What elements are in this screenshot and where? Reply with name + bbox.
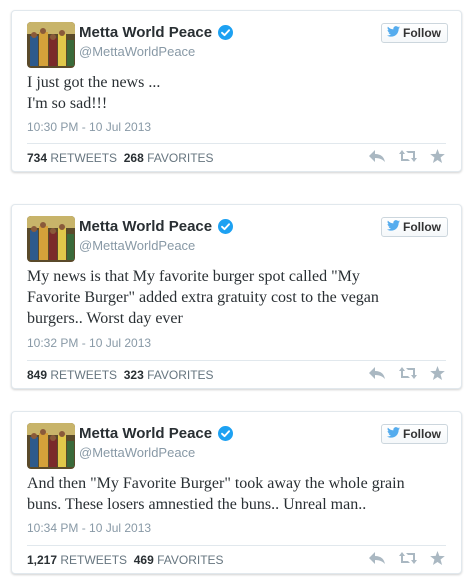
twitter-bird-icon <box>387 220 400 234</box>
tweet-card: Metta World Peace @MettaWorldPeace Follo… <box>11 204 462 389</box>
author-handle[interactable]: @MettaWorldPeace <box>79 445 195 460</box>
avatar[interactable] <box>27 22 75 68</box>
avatar[interactable] <box>27 423 75 469</box>
tweet-actions <box>368 366 445 380</box>
twitter-bird-icon <box>387 427 400 441</box>
tweet-timestamp[interactable]: 10:30 PM - 10 Jul 2013 <box>27 120 151 134</box>
follow-button[interactable]: Follow <box>381 23 448 43</box>
favorite-count[interactable]: 268 <box>124 151 144 165</box>
verified-badge-icon <box>218 426 234 441</box>
tweet-text: My news is that My favorite burger spot … <box>27 266 447 329</box>
retweet-icon[interactable] <box>398 366 418 380</box>
retweet-count[interactable]: 849 <box>27 368 47 382</box>
star-icon[interactable] <box>430 551 445 565</box>
twitter-bird-icon <box>387 26 400 40</box>
follow-button[interactable]: Follow <box>381 424 448 444</box>
verified-badge-icon <box>218 219 234 234</box>
tweet-text-line: I'm so sad!!! <box>27 95 108 112</box>
avatar[interactable] <box>27 216 75 262</box>
star-icon[interactable] <box>430 149 445 163</box>
tweet-card: Metta World Peace @MettaWorldPeace Follo… <box>11 10 462 172</box>
author-name[interactable]: Metta World Peace <box>79 24 234 41</box>
retweet-icon[interactable] <box>398 551 418 565</box>
tweet-text-line: And then "My Favorite Burger" took away … <box>27 475 405 492</box>
favorite-count[interactable]: 323 <box>124 368 144 382</box>
retweets-label: RETWEETS <box>50 151 118 165</box>
author-handle[interactable]: @MettaWorldPeace <box>79 44 195 59</box>
reply-icon[interactable] <box>368 149 386 163</box>
divider <box>27 143 446 144</box>
favorites-label: FAVORITES <box>157 553 224 567</box>
tweet-text-line: buns. These losers amnestied the buns.. … <box>27 496 367 513</box>
retweets-label: RETWEETS <box>60 553 128 567</box>
reply-icon[interactable] <box>368 366 386 380</box>
retweet-count[interactable]: 1,217 <box>27 553 57 567</box>
tweet-text-line: Favorite Burger" added extra gratuity co… <box>27 289 379 306</box>
tweet-actions <box>368 149 445 163</box>
retweet-count[interactable]: 734 <box>27 151 47 165</box>
favorites-label: FAVORITES <box>147 151 214 165</box>
author-name[interactable]: Metta World Peace <box>79 218 234 235</box>
tweet-text: And then "My Favorite Burger" took away … <box>27 473 447 515</box>
tweet-stats: 849 RETWEETS 323 FAVORITES <box>27 368 214 382</box>
tweet-timestamp[interactable]: 10:34 PM - 10 Jul 2013 <box>27 521 151 535</box>
tweet-timestamp[interactable]: 10:32 PM - 10 Jul 2013 <box>27 336 151 350</box>
favorites-label: FAVORITES <box>147 368 214 382</box>
reply-icon[interactable] <box>368 551 386 565</box>
verified-badge-icon <box>218 25 234 40</box>
tweet-text-line: My news is that My favorite burger spot … <box>27 268 360 285</box>
tweet-text-line: I just got the news ... <box>27 74 161 91</box>
tweet-actions <box>368 551 445 565</box>
tweet-text-line: burgers.. Worst day ever <box>27 310 183 327</box>
star-icon[interactable] <box>430 366 445 380</box>
follow-label: Follow <box>403 427 441 441</box>
author-handle[interactable]: @MettaWorldPeace <box>79 238 195 253</box>
tweet-stats: 734 RETWEETS 268 FAVORITES <box>27 151 214 165</box>
author-name[interactable]: Metta World Peace <box>79 425 234 442</box>
divider <box>27 545 446 546</box>
author-name-text[interactable]: Metta World Peace <box>79 425 212 442</box>
tweet-text: I just got the news ... I'm so sad!!! <box>27 72 447 114</box>
follow-label: Follow <box>403 26 441 40</box>
divider <box>27 360 446 361</box>
follow-button[interactable]: Follow <box>381 217 448 237</box>
author-name-text[interactable]: Metta World Peace <box>79 24 212 41</box>
retweets-label: RETWEETS <box>50 368 118 382</box>
retweet-icon[interactable] <box>398 149 418 163</box>
author-name-text[interactable]: Metta World Peace <box>79 218 212 235</box>
favorite-count[interactable]: 469 <box>134 553 154 567</box>
tweet-stats: 1,217 RETWEETS 469 FAVORITES <box>27 553 224 567</box>
follow-label: Follow <box>403 220 441 234</box>
tweet-card: Metta World Peace @MettaWorldPeace Follo… <box>11 411 462 574</box>
